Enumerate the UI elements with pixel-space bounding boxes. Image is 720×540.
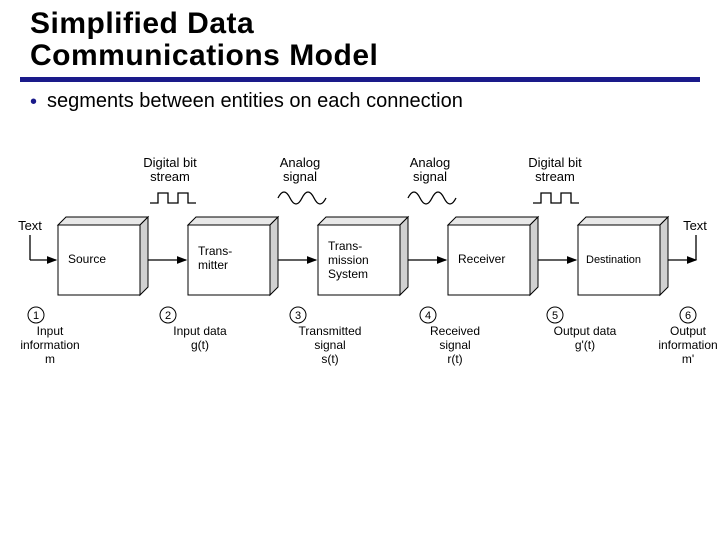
bullet-text: segments between entities on each connec…: [47, 90, 463, 113]
num-5: 5: [552, 310, 558, 322]
cap3c: s(t): [321, 352, 338, 366]
box-trans-sys-l2: mission: [328, 253, 369, 267]
cap5a: Output data: [554, 324, 617, 338]
num-4: 4: [425, 310, 431, 322]
label-digital-bit-stream-1b: stream: [150, 169, 190, 184]
sine-wave-icon-2: [408, 192, 456, 204]
cap4b: signal: [439, 338, 470, 352]
box-transmission-system: Trans- mission System: [318, 217, 408, 295]
cap2b: g(t): [191, 338, 209, 352]
box-trans-sys-l1: Trans-: [328, 239, 362, 253]
num-2: 2: [165, 310, 171, 322]
box-receiver: Receiver: [448, 217, 538, 295]
cap6a: Output: [670, 324, 707, 338]
bullet-dot-icon: •: [30, 92, 37, 112]
label-analog-signal-3a: Analog: [410, 155, 450, 170]
label-digital-bit-stream-4a: Digital bit: [528, 155, 582, 170]
label-analog-signal-2b: signal: [283, 169, 317, 184]
square-wave-icon-2: [533, 193, 579, 203]
cap6c: m': [682, 352, 694, 366]
cap5b: g'(t): [575, 338, 595, 352]
cap1c: m: [45, 352, 55, 366]
box-destination-label: Destination: [586, 254, 641, 266]
cap1a: Input: [37, 324, 64, 338]
box-trans-sys-l3: System: [328, 267, 368, 281]
box-transmitter: Trans- mitter: [188, 217, 278, 295]
cap2a: Input data: [173, 324, 227, 338]
side-text-right: Text: [683, 218, 707, 233]
cap6b: information: [658, 338, 717, 352]
box-source-label: Source: [68, 252, 106, 266]
step-numbers: 1 2 3 4 5 6: [28, 307, 696, 323]
bottom-captions: Input information m Input data g(t) Tran…: [20, 324, 717, 366]
label-analog-signal-3b: signal: [413, 169, 447, 184]
box-transmitter-l1: Trans-: [198, 244, 232, 258]
cap3b: signal: [314, 338, 345, 352]
comm-model-diagram: Digital bit stream Analog signal Analog …: [0, 155, 720, 385]
bullet-item: • segments between entities on each conn…: [0, 90, 720, 113]
box-receiver-label: Receiver: [458, 252, 505, 266]
label-analog-signal-2a: Analog: [280, 155, 320, 170]
num-1: 1: [33, 310, 39, 322]
title-underline: [20, 77, 700, 82]
box-source: Source: [58, 217, 148, 295]
cap4a: Received: [430, 324, 480, 338]
num-6: 6: [685, 310, 691, 322]
label-digital-bit-stream-1a: Digital bit: [143, 155, 197, 170]
cap1b: information: [20, 338, 79, 352]
square-wave-icon: [150, 193, 196, 203]
num-3: 3: [295, 310, 301, 322]
cap4c: r(t): [447, 352, 462, 366]
side-text-left: Text: [18, 218, 42, 233]
sine-wave-icon: [278, 192, 326, 204]
label-digital-bit-stream-4b: stream: [535, 169, 575, 184]
slide-title: Simplified Data Communications Model: [0, 0, 720, 75]
title-line1: Simplified Data: [30, 7, 254, 40]
box-transmitter-l2: mitter: [198, 258, 228, 272]
cap3a: Transmitted: [299, 324, 362, 338]
title-line2: Communications Model: [30, 39, 378, 72]
box-destination: Destination: [578, 217, 668, 295]
